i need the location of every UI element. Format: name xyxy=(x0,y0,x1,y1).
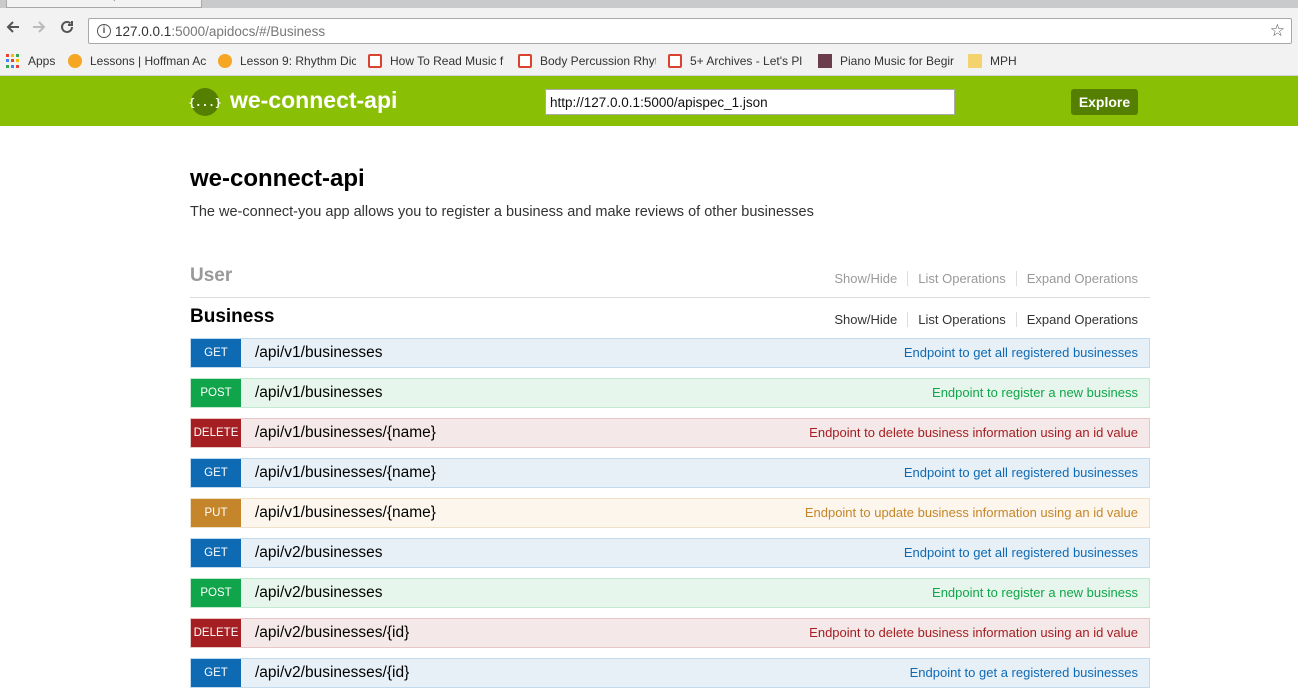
operation-summary[interactable]: Endpoint to get a registered businesses xyxy=(910,665,1138,680)
bookmark-mph[interactable]: MPH xyxy=(968,52,1028,70)
bookmark-label: Piano Music for Begir xyxy=(840,54,955,68)
red-badge-icon xyxy=(368,54,382,68)
operation-row[interactable]: GET /api/v1/businesses/{name} Endpoint t… xyxy=(190,458,1150,488)
operation-row[interactable]: PUT /api/v1/businesses/{name} Endpoint t… xyxy=(190,498,1150,528)
bookmark-body-percussion[interactable]: Body Percussion Rhyt xyxy=(518,52,656,70)
address-bar[interactable]: i 127.0.0.1:5000/apidocs/#/Business ☆ xyxy=(88,18,1292,44)
url-host: 127.0.0.1 xyxy=(115,24,172,39)
reload-icon xyxy=(61,20,73,33)
browser-tab-strip: we-connect-api ✕ xyxy=(0,0,1298,8)
bookmark-archives[interactable]: 5+ Archives - Let's Pl xyxy=(668,52,806,70)
bookmarks-bar: Apps Lessons | Hoffman Ac Lesson 9: Rhyt… xyxy=(0,46,1298,76)
orange-circle-icon xyxy=(68,54,82,68)
apps-grid-icon xyxy=(6,54,20,68)
operation-summary[interactable]: Endpoint to register a new business xyxy=(932,585,1138,600)
spec-url-input[interactable] xyxy=(545,89,955,115)
method-badge[interactable]: GET xyxy=(191,659,241,687)
operation-path[interactable]: /api/v1/businesses xyxy=(255,384,383,402)
operation-summary[interactable]: Endpoint to register a new business xyxy=(932,385,1138,400)
resource-name[interactable]: User xyxy=(190,265,232,287)
bookmark-label: Body Percussion Rhyt xyxy=(540,54,656,68)
piano-icon xyxy=(818,54,832,68)
list-operations-link[interactable]: List Operations xyxy=(908,271,1017,286)
operation-path[interactable]: /api/v1/businesses/{name} xyxy=(255,464,436,482)
resource-links: Show/Hide List Operations Expand Operati… xyxy=(824,312,1138,327)
bookmark-label: Apps xyxy=(28,54,56,68)
operations-list: GET /api/v1/businesses Endpoint to get a… xyxy=(190,338,1150,692)
bookmark-label: Lesson 9: Rhythm Dic xyxy=(240,54,356,68)
operation-summary[interactable]: Endpoint to delete business information … xyxy=(809,425,1138,440)
back-button[interactable] xyxy=(4,18,22,36)
operation-row[interactable]: POST /api/v2/businesses Endpoint to regi… xyxy=(190,578,1150,608)
bookmark-label: Lessons | Hoffman Ac xyxy=(90,54,206,68)
tab-title: we-connect-api xyxy=(41,0,122,1)
forward-button[interactable] xyxy=(30,18,48,36)
operation-summary[interactable]: Endpoint to get all registered businesse… xyxy=(904,345,1138,360)
back-arrow-icon xyxy=(6,21,19,33)
bookmark-piano-music[interactable]: Piano Music for Begir xyxy=(818,52,956,70)
address-url: 127.0.0.1:5000/apidocs/#/Business xyxy=(115,24,325,39)
api-description: The we-connect-you app allows you to reg… xyxy=(190,204,814,220)
bookmark-star-icon[interactable]: ☆ xyxy=(1270,21,1285,41)
method-badge[interactable]: GET xyxy=(191,539,241,567)
red-badge-icon xyxy=(668,54,682,68)
url-path: :5000/apidocs/#/Business xyxy=(171,24,326,39)
site-info-icon[interactable]: i xyxy=(97,24,111,38)
method-badge[interactable]: GET xyxy=(191,459,241,487)
resource-links: Show/Hide List Operations Expand Operati… xyxy=(824,271,1138,286)
operation-path[interactable]: /api/v2/businesses xyxy=(255,584,383,602)
expand-operations-link[interactable]: Expand Operations xyxy=(1017,271,1138,286)
bookmark-lessons-hoffman[interactable]: Lessons | Hoffman Ac xyxy=(68,52,206,70)
browser-toolbar: i 127.0.0.1:5000/apidocs/#/Business ☆ xyxy=(0,8,1298,46)
operation-row[interactable]: POST /api/v1/businesses Endpoint to regi… xyxy=(190,378,1150,408)
bookmark-read-music[interactable]: How To Read Music f xyxy=(368,52,506,70)
method-badge[interactable]: DELETE xyxy=(191,419,241,447)
operation-path[interactable]: /api/v2/businesses/{id} xyxy=(255,664,409,682)
method-badge[interactable]: GET xyxy=(191,339,241,367)
operation-summary[interactable]: Endpoint to update business information … xyxy=(805,505,1138,520)
explore-button[interactable]: Explore xyxy=(1071,89,1138,115)
operation-summary[interactable]: Endpoint to get all registered businesse… xyxy=(904,465,1138,480)
operation-path[interactable]: /api/v1/businesses xyxy=(255,344,383,362)
forward-arrow-icon xyxy=(33,21,46,33)
operation-row[interactable]: DELETE /api/v2/businesses/{id} Endpoint … xyxy=(190,618,1150,648)
bookmark-label: MPH xyxy=(990,54,1017,68)
header-title[interactable]: we-connect-api xyxy=(230,87,397,114)
bookmark-apps[interactable]: Apps xyxy=(6,52,61,70)
bookmark-label: 5+ Archives - Let's Pl xyxy=(690,54,803,68)
list-operations-link[interactable]: List Operations xyxy=(908,312,1017,327)
operation-row[interactable]: DELETE /api/v1/businesses/{name} Endpoin… xyxy=(190,418,1150,448)
operation-row[interactable]: GET /api/v2/businesses/{id} Endpoint to … xyxy=(190,658,1150,688)
folder-icon xyxy=(968,54,982,68)
red-badge-icon xyxy=(518,54,532,68)
operation-path[interactable]: /api/v1/businesses/{name} xyxy=(255,424,436,442)
bookmark-lesson-9[interactable]: Lesson 9: Rhythm Dic xyxy=(218,52,356,70)
bookmark-label: How To Read Music f xyxy=(390,54,504,68)
operation-row[interactable]: GET /api/v2/businesses Endpoint to get a… xyxy=(190,538,1150,568)
resource-name[interactable]: Business xyxy=(190,306,274,328)
operation-path[interactable]: /api/v2/businesses/{id} xyxy=(255,624,409,642)
show-hide-link[interactable]: Show/Hide xyxy=(824,271,909,286)
api-title: we-connect-api xyxy=(190,165,365,192)
resource-user: User Show/Hide List Operations Expand Op… xyxy=(190,265,1150,298)
show-hide-link[interactable]: Show/Hide xyxy=(824,312,909,327)
operation-row[interactable]: GET /api/v1/businesses Endpoint to get a… xyxy=(190,338,1150,368)
orange-circle-icon xyxy=(218,54,232,68)
operation-summary[interactable]: Endpoint to get all registered businesse… xyxy=(904,545,1138,560)
reload-button[interactable] xyxy=(58,18,76,36)
swagger-header: {...} we-connect-api Explore xyxy=(0,76,1298,126)
method-badge[interactable]: POST xyxy=(191,379,241,407)
operation-path[interactable]: /api/v2/businesses xyxy=(255,544,383,562)
swagger-logo-icon[interactable]: {...} xyxy=(188,88,222,116)
browser-tab[interactable]: we-connect-api ✕ xyxy=(6,0,202,8)
operation-summary[interactable]: Endpoint to delete business information … xyxy=(809,625,1138,640)
method-badge[interactable]: POST xyxy=(191,579,241,607)
method-badge[interactable]: PUT xyxy=(191,499,241,527)
resource-business: Business Show/Hide List Operations Expan… xyxy=(190,306,1150,336)
expand-operations-link[interactable]: Expand Operations xyxy=(1017,312,1138,327)
method-badge[interactable]: DELETE xyxy=(191,619,241,647)
operation-path[interactable]: /api/v1/businesses/{name} xyxy=(255,504,436,522)
